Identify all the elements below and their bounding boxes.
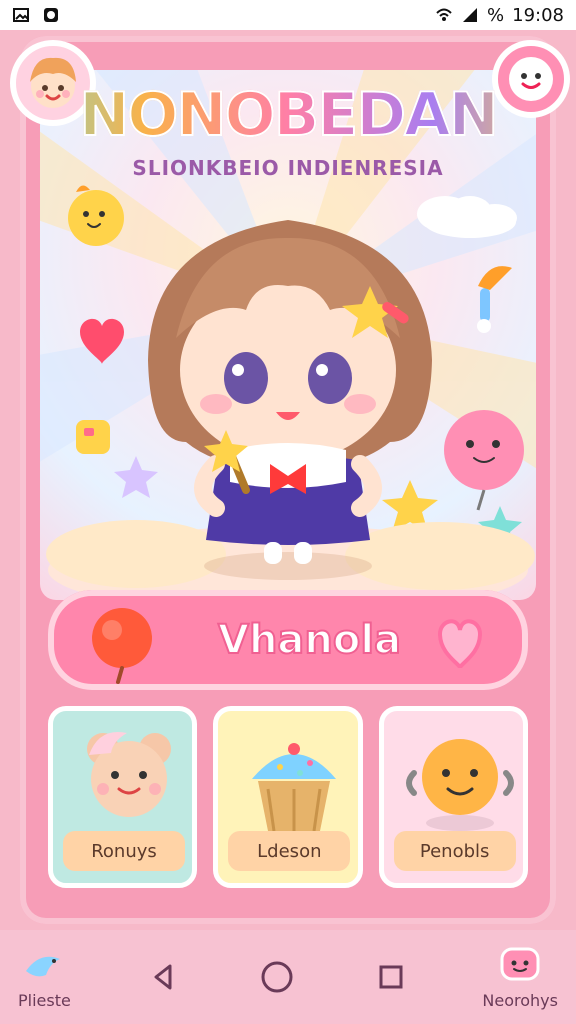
- time-text: 19:08: [512, 4, 564, 26]
- bottom-navigation: Plieste Neorohys: [0, 930, 576, 1024]
- bird-icon: [26, 956, 61, 976]
- home-icon: [261, 961, 293, 993]
- heart-icon: [80, 318, 124, 364]
- star-icon: [114, 456, 158, 498]
- cloud-icon: [417, 196, 517, 238]
- back-button[interactable]: [141, 955, 185, 999]
- girl-character: [148, 220, 432, 580]
- banner-title: Vhanola: [217, 616, 402, 664]
- brush-icon: [477, 266, 512, 333]
- sparkle-box-icon: [76, 420, 110, 454]
- back-icon: [154, 964, 172, 990]
- category-card-1[interactable]: Ronuys: [48, 706, 198, 888]
- balloon-icon: [444, 410, 524, 511]
- chat-face-icon: [500, 947, 540, 980]
- teddy-bear-icon: [87, 731, 171, 817]
- sparkle-bun-icon: [405, 739, 514, 831]
- wifi-icon: [436, 8, 452, 21]
- hero-illustration: [46, 185, 535, 600]
- cupcake-icon: [252, 743, 337, 832]
- status-right: % 19:08: [435, 5, 564, 26]
- recent-apps-icon: [379, 965, 403, 989]
- status-bar: % 19:08: [0, 0, 576, 30]
- page-title: NONOBEDAN: [0, 79, 576, 151]
- nav-right[interactable]: Neorohys: [482, 945, 558, 1010]
- status-left: [12, 6, 60, 24]
- category-label: Penobls: [393, 831, 516, 871]
- nav-right-label: Neorohys: [482, 990, 558, 1010]
- gallery-icon: [13, 8, 29, 22]
- category-label: Ldeson: [228, 831, 351, 871]
- category-card-3[interactable]: Penobls: [378, 706, 528, 888]
- home-button[interactable]: [255, 955, 299, 999]
- battery-text: %: [487, 4, 505, 26]
- balloon-icon: [92, 608, 152, 684]
- signal-icon: [463, 8, 478, 22]
- category-cards: Ronuys Ldeson Penobls: [48, 706, 528, 894]
- category-card-2[interactable]: Ldeson: [213, 706, 363, 888]
- app-icon: [44, 8, 58, 22]
- yellow-bird-icon: [68, 185, 124, 246]
- recent-apps-button[interactable]: [369, 955, 413, 999]
- nav-left[interactable]: Plieste: [18, 945, 71, 1010]
- heart-icon[interactable]: [420, 600, 500, 680]
- featured-banner[interactable]: Vhanola: [48, 590, 528, 690]
- nav-left-label: Plieste: [18, 990, 71, 1010]
- category-label: Ronuys: [63, 831, 185, 871]
